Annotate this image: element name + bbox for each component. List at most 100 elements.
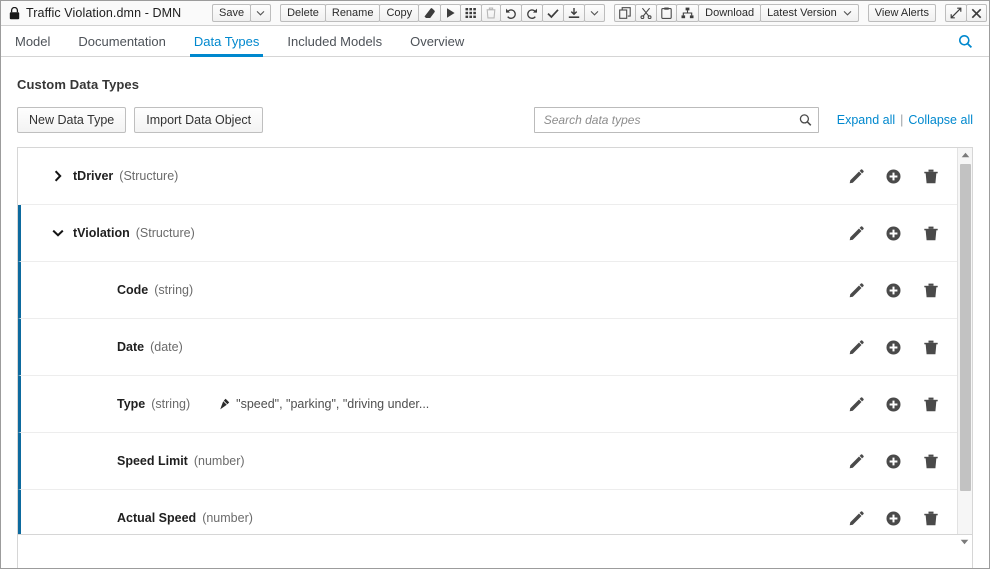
import-data-object-button[interactable]: Import Data Object xyxy=(134,107,263,133)
paste-button[interactable] xyxy=(656,4,677,22)
validate-button[interactable] xyxy=(542,4,564,22)
pencil-icon[interactable] xyxy=(848,396,865,413)
pencil-icon[interactable] xyxy=(848,339,865,356)
link-separator: | xyxy=(900,113,903,127)
download-dropdown-button[interactable] xyxy=(584,4,605,22)
plus-circle-icon[interactable] xyxy=(885,453,902,470)
data-type-label: Code (string) xyxy=(117,283,193,297)
pencil-icon[interactable] xyxy=(848,225,865,242)
cut-button[interactable] xyxy=(635,4,657,22)
tab-model[interactable]: Model xyxy=(1,26,64,56)
table-row[interactable]: tViolation (Structure) xyxy=(18,205,957,262)
row-actions xyxy=(848,262,939,318)
table-row[interactable]: tDriver (Structure) xyxy=(18,148,957,205)
chevron-down-icon xyxy=(590,10,599,16)
plus-circle-icon[interactable] xyxy=(885,339,902,356)
chevron-down-icon xyxy=(843,10,852,16)
table-row[interactable]: Actual Speed (number) xyxy=(18,490,957,534)
plus-circle-icon[interactable] xyxy=(885,510,902,527)
page-title: Custom Data Types xyxy=(17,77,973,92)
tab-label: Included Models xyxy=(287,34,382,49)
trash-icon[interactable] xyxy=(922,168,939,185)
duplicate-button[interactable] xyxy=(614,4,636,22)
table-row[interactable]: Code (string) xyxy=(18,262,957,319)
hierarchy-button[interactable] xyxy=(676,4,699,22)
list-bottom-overflow xyxy=(17,534,973,568)
chevron-right-icon[interactable] xyxy=(43,170,73,182)
close-icon xyxy=(971,8,982,19)
trash-icon[interactable] xyxy=(922,453,939,470)
scrollbar-track[interactable] xyxy=(958,162,973,534)
new-data-type-button[interactable]: New Data Type xyxy=(17,107,126,133)
pencil-icon[interactable] xyxy=(848,453,865,470)
tab-data-types[interactable]: Data Types xyxy=(180,26,274,56)
collapse-all-link[interactable]: Collapse all xyxy=(908,113,973,127)
plus-circle-icon[interactable] xyxy=(885,396,902,413)
chevron-down-icon[interactable] xyxy=(43,229,73,237)
table-row[interactable]: Speed Limit (number) xyxy=(18,433,957,490)
data-type-kind: (date) xyxy=(150,340,183,354)
scrollbar-thumb[interactable] xyxy=(960,164,971,491)
data-type-name: Type xyxy=(117,397,145,411)
grid-button[interactable] xyxy=(460,4,482,22)
row-actions xyxy=(848,433,939,489)
plus-circle-icon[interactable] xyxy=(885,168,902,185)
expand-window-button[interactable] xyxy=(945,4,967,22)
global-search-button[interactable] xyxy=(958,26,979,56)
data-type-name: Actual Speed xyxy=(117,511,196,525)
tab-included-models[interactable]: Included Models xyxy=(273,26,396,56)
pencil-icon[interactable] xyxy=(848,168,865,185)
data-type-kind: (number) xyxy=(202,511,253,525)
pencil-icon[interactable] xyxy=(848,510,865,527)
close-window-button[interactable] xyxy=(966,4,987,22)
table-row[interactable]: Date (date) xyxy=(18,319,957,376)
trash-icon[interactable] xyxy=(922,396,939,413)
rename-button[interactable]: Rename xyxy=(325,4,381,22)
window-title-group: Traffic Violation.dmn - DMN xyxy=(9,6,181,20)
table-row[interactable]: Type (string) "speed", "parking", "drivi… xyxy=(18,376,957,433)
trash-icon[interactable] xyxy=(922,339,939,356)
view-alerts-button[interactable]: View Alerts xyxy=(868,4,936,22)
trash-icon[interactable] xyxy=(922,282,939,299)
clipboard-group: Download Latest Version xyxy=(614,4,858,22)
data-type-name: Speed Limit xyxy=(117,454,188,468)
delete-button[interactable]: Delete xyxy=(280,4,326,22)
grid-icon xyxy=(465,7,477,19)
file-actions-group: Delete Rename Copy xyxy=(280,4,604,22)
caret-up-icon[interactable] xyxy=(958,148,973,162)
save-dropdown-button[interactable] xyxy=(250,4,271,22)
tab-overview[interactable]: Overview xyxy=(396,26,478,56)
plus-circle-icon[interactable] xyxy=(885,225,902,242)
run-button[interactable] xyxy=(440,4,461,22)
redo-button[interactable] xyxy=(521,4,543,22)
alerts-group: View Alerts xyxy=(868,4,935,22)
row-actions xyxy=(848,148,939,204)
save-button[interactable]: Save xyxy=(212,4,251,22)
search-icon[interactable] xyxy=(799,114,812,127)
download-icon-button[interactable] xyxy=(563,4,585,22)
plus-circle-icon[interactable] xyxy=(885,282,902,299)
data-type-kind: (string) xyxy=(151,397,190,411)
tab-label: Documentation xyxy=(78,34,165,49)
trash-icon[interactable] xyxy=(922,225,939,242)
download-button[interactable]: Download xyxy=(698,4,761,22)
toolbar-trash-button[interactable] xyxy=(481,4,501,22)
eraser-button[interactable] xyxy=(418,4,441,22)
tab-documentation[interactable]: Documentation xyxy=(64,26,179,56)
pencil-icon[interactable] xyxy=(848,282,865,299)
expand-all-link[interactable]: Expand all xyxy=(837,113,895,127)
data-types-action-bar: New Data Type Import Data Object Expand … xyxy=(17,107,973,133)
search-input[interactable] xyxy=(534,107,819,133)
window-title: Traffic Violation.dmn - DMN xyxy=(26,6,181,20)
data-type-label: Type (string) xyxy=(117,397,190,411)
trash-icon[interactable] xyxy=(922,510,939,527)
tab-label: Model xyxy=(15,34,50,49)
data-types-list: tDriver (Structure) xyxy=(17,147,973,534)
data-type-name: Date xyxy=(117,340,144,354)
vertical-scrollbar[interactable] xyxy=(957,148,972,534)
copy-button[interactable]: Copy xyxy=(379,4,419,22)
undo-button[interactable] xyxy=(500,4,522,22)
caret-down-icon[interactable] xyxy=(957,539,972,545)
version-dropdown-button[interactable]: Latest Version xyxy=(760,4,859,22)
data-type-constraint: "speed", "parking", "driving under... xyxy=(218,397,429,411)
